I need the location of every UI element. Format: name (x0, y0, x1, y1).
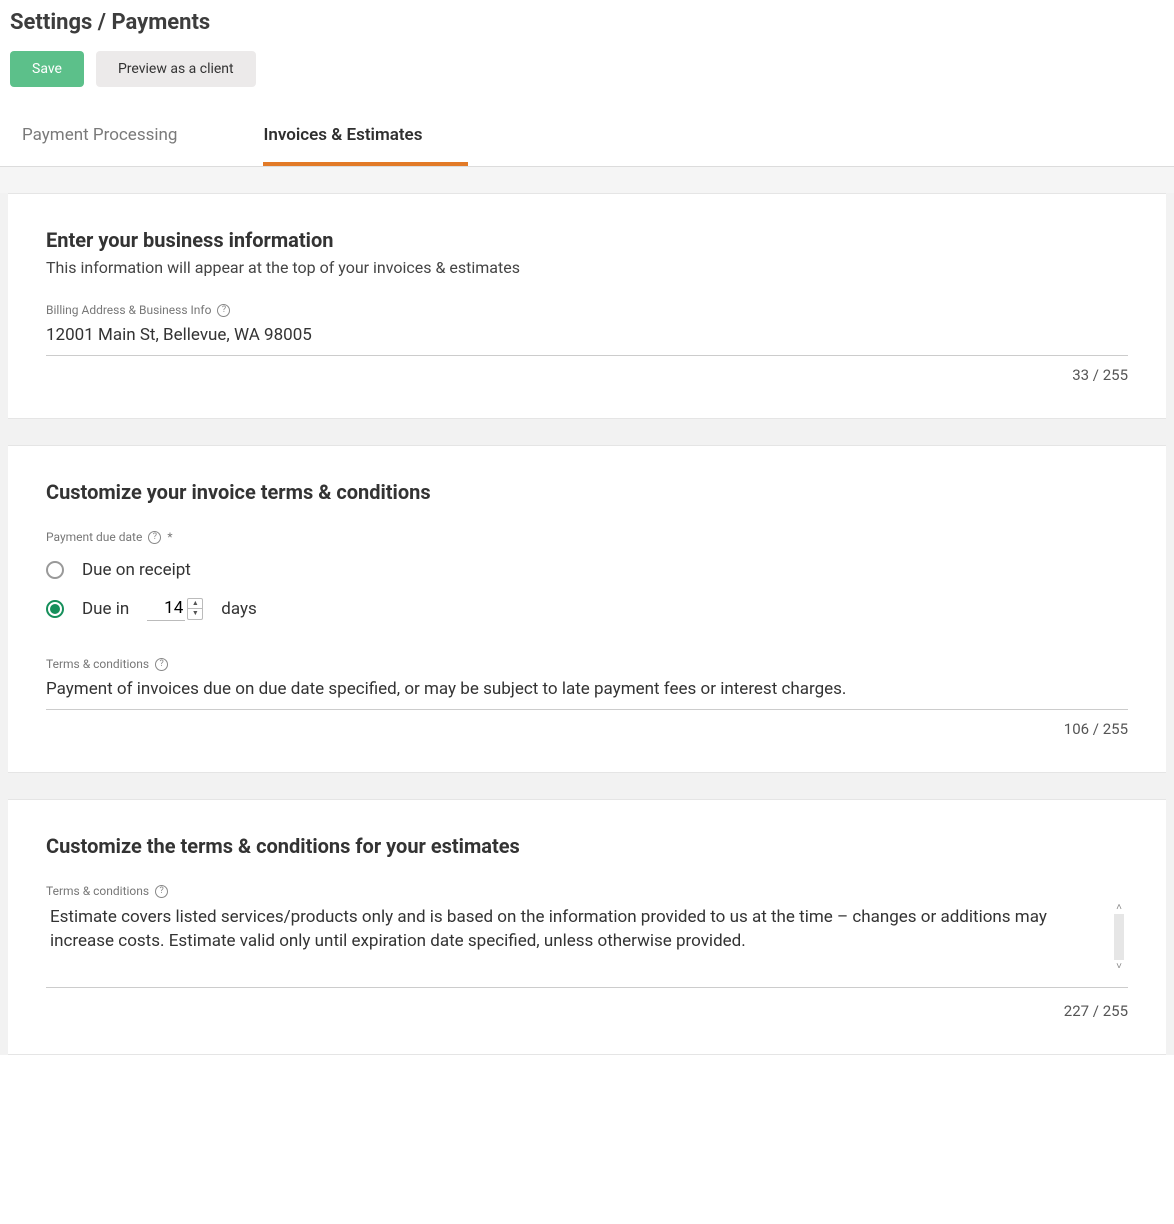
info-icon[interactable]: ? (155, 885, 168, 898)
info-icon[interactable]: ? (148, 531, 161, 544)
chevron-up-icon[interactable]: ▲ (188, 599, 202, 610)
radio-due-on-receipt-label: Due on receipt (82, 560, 191, 580)
invoice-tc-label: Terms & conditions (46, 657, 149, 671)
business-info-title: Enter your business information (46, 228, 1128, 252)
invoice-terms-title: Customize your invoice terms & condition… (46, 480, 1128, 504)
tab-invoices-estimates[interactable]: Invoices & Estimates (263, 105, 468, 166)
tab-bar: Payment Processing Invoices & Estimates (0, 105, 1174, 167)
info-icon[interactable]: ? (155, 658, 168, 671)
business-info-subtitle: This information will appear at the top … (46, 258, 1128, 277)
invoice-tc-counter: 106 / 255 (46, 720, 1128, 738)
chevron-down-icon[interactable]: ▼ (188, 609, 202, 619)
scroll-thumb[interactable] (1114, 914, 1124, 960)
estimate-terms-card: Customize the terms & conditions for you… (8, 799, 1166, 1055)
radio-due-in-suffix: days (221, 599, 257, 619)
breadcrumb: Settings / Payments (10, 10, 1164, 35)
tab-payment-processing[interactable]: Payment Processing (22, 105, 223, 166)
payment-due-date-label: Payment due date (46, 530, 142, 544)
required-mark: * (167, 530, 172, 544)
radio-due-in[interactable] (46, 600, 64, 618)
estimate-tc-label: Terms & conditions (46, 884, 149, 898)
estimate-tc-counter: 227 / 255 (46, 1002, 1128, 1020)
due-in-days-input[interactable] (147, 596, 185, 621)
days-stepper[interactable]: ▲ ▼ (187, 598, 203, 620)
textarea-scrollbar[interactable]: ˄ ˅ (1110, 902, 1128, 972)
radio-due-on-receipt[interactable] (46, 561, 64, 579)
chevron-down-icon[interactable]: ˅ (1116, 961, 1122, 972)
estimate-tc-textarea[interactable] (46, 902, 1128, 988)
preview-as-client-button[interactable]: Preview as a client (96, 51, 256, 87)
billing-address-label: Billing Address & Business Info (46, 303, 211, 317)
save-button[interactable]: Save (10, 51, 84, 87)
invoice-terms-card: Customize your invoice terms & condition… (8, 445, 1166, 773)
billing-address-counter: 33 / 255 (46, 366, 1128, 384)
invoice-tc-input[interactable] (46, 675, 1128, 710)
info-icon[interactable]: ? (217, 304, 230, 317)
estimate-terms-title: Customize the terms & conditions for you… (46, 834, 1128, 858)
billing-address-input[interactable] (46, 321, 1128, 356)
chevron-up-icon[interactable]: ˄ (1116, 902, 1122, 913)
business-info-card: Enter your business information This inf… (8, 193, 1166, 419)
radio-due-in-prefix: Due in (82, 599, 129, 619)
